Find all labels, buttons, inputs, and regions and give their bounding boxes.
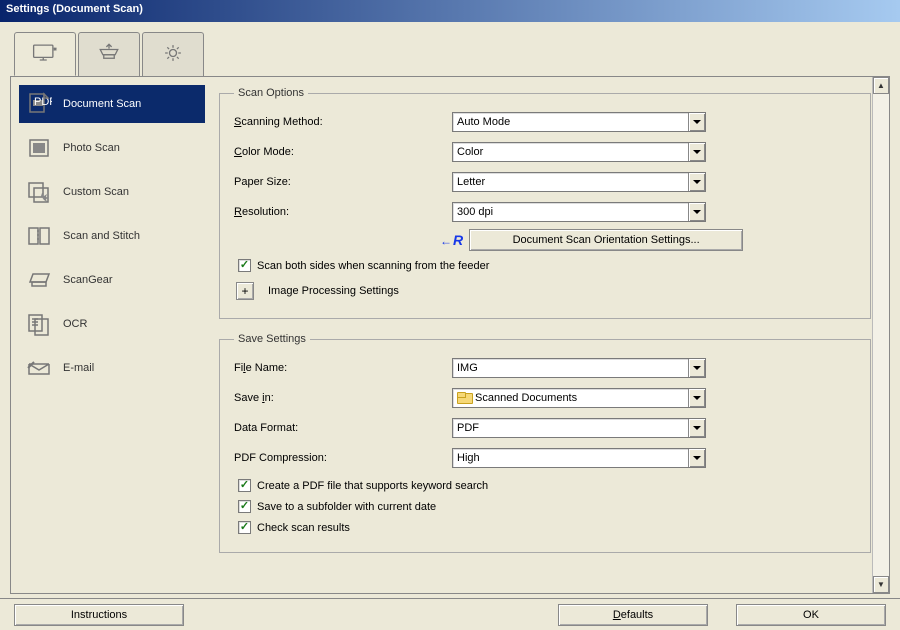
paper-size-value: Letter — [457, 176, 485, 188]
scanning-method-label: Scanning Method: — [234, 116, 452, 128]
pdf-compression-select[interactable]: High — [452, 448, 706, 468]
dropdown-arrow-icon — [688, 143, 705, 161]
tab-scan-from-device[interactable] — [78, 32, 140, 76]
dropdown-arrow-icon — [688, 173, 705, 191]
tab-settings[interactable] — [142, 32, 204, 76]
window-titlebar: Settings (Document Scan) — [0, 0, 900, 22]
sidebar-item-scangear[interactable]: ScanGear — [19, 261, 205, 299]
save-settings-group: Save Settings File Name: IMG Save in: Sc… — [219, 333, 871, 553]
scanning-method-value: Auto Mode — [457, 116, 510, 128]
sidebar-item-ocr[interactable]: OCR — [19, 305, 205, 343]
pdf-compression-value: High — [457, 452, 480, 464]
save-subfolder-checkbox[interactable] — [238, 500, 251, 513]
data-format-select[interactable]: PDF — [452, 418, 706, 438]
sidebar-item-label: E-mail — [63, 362, 94, 374]
dropdown-arrow-icon — [688, 203, 705, 221]
dropdown-arrow-icon — [688, 419, 705, 437]
color-mode-select[interactable]: Color — [452, 142, 706, 162]
create-pdf-keyword-checkbox[interactable] — [238, 479, 251, 492]
data-format-value: PDF — [457, 422, 479, 434]
orientation-settings-button[interactable]: Document Scan Orientation Settings... — [469, 229, 743, 251]
gear-icon — [159, 42, 187, 67]
file-name-label: File Name: — [234, 362, 452, 374]
dropdown-arrow-icon — [688, 359, 705, 377]
sidebar-item-label: Document Scan — [63, 98, 141, 110]
bottom-bar: Instructions Defaults OK — [0, 598, 900, 630]
save-settings-legend: Save Settings — [234, 333, 310, 345]
scan-both-sides-checkbox[interactable] — [238, 259, 251, 272]
scan-both-sides-label: Scan both sides when scanning from the f… — [257, 260, 489, 272]
sidebar-item-label: OCR — [63, 318, 87, 330]
content-area: Scan Options Scanning Method: Auto Mode … — [207, 77, 889, 593]
data-format-label: Data Format: — [234, 422, 452, 434]
sidebar-item-label: Custom Scan — [63, 186, 129, 198]
scanning-method-select[interactable]: Auto Mode — [452, 112, 706, 132]
sidebar-item-email[interactable]: E-mail — [19, 349, 205, 387]
scanner-icon — [95, 42, 123, 67]
resolution-value: 300 dpi — [457, 206, 493, 218]
window-title: Settings (Document Scan) — [6, 3, 143, 15]
sidebar-item-label: Scan and Stitch — [63, 230, 140, 242]
vertical-scrollbar[interactable]: ▲ ▼ — [872, 77, 889, 593]
ocr-icon — [25, 311, 53, 337]
save-subfolder-label: Save to a subfolder with current date — [257, 501, 436, 513]
top-tabstrip — [14, 32, 890, 76]
scroll-up-arrow-icon[interactable]: ▲ — [873, 77, 889, 94]
pdf-compression-label: PDF Compression: — [234, 452, 452, 464]
save-in-select[interactable]: Scanned Documents — [452, 388, 706, 408]
custom-scan-icon — [25, 179, 53, 205]
color-mode-label: Color Mode: — [234, 146, 452, 158]
resolution-select[interactable]: 300 dpi — [452, 202, 706, 222]
resolution-label: Resolution: — [234, 206, 452, 218]
check-results-label: Check scan results — [257, 522, 350, 534]
orientation-icon: R — [440, 232, 463, 248]
scroll-track[interactable] — [873, 94, 889, 576]
paper-size-select[interactable]: Letter — [452, 172, 706, 192]
scan-options-group: Scan Options Scanning Method: Auto Mode … — [219, 87, 871, 319]
check-results-checkbox[interactable] — [238, 521, 251, 534]
stitch-icon — [25, 223, 53, 249]
folder-icon — [457, 392, 471, 404]
create-pdf-keyword-label: Create a PDF file that supports keyword … — [257, 480, 488, 492]
sidebar-item-custom-scan[interactable]: Custom Scan — [19, 173, 205, 211]
file-name-combo[interactable]: IMG — [452, 358, 706, 378]
photo-icon — [25, 135, 53, 161]
sidebar-item-document-scan[interactable]: PDF Document Scan — [19, 85, 205, 123]
ok-button[interactable]: OK — [736, 604, 886, 626]
email-icon — [25, 355, 53, 381]
save-in-label: Save in: — [234, 392, 452, 404]
svg-text:PDF: PDF — [34, 96, 52, 108]
sidebar: PDF Document Scan Photo Scan Custom Scan… — [11, 77, 207, 593]
monitor-icon — [31, 42, 59, 67]
dropdown-arrow-icon — [688, 113, 705, 131]
color-mode-value: Color — [457, 146, 483, 158]
image-processing-expand-button[interactable]: + — [236, 282, 254, 300]
scroll-down-arrow-icon[interactable]: ▼ — [873, 576, 889, 593]
paper-size-label: Paper Size: — [234, 176, 452, 188]
dropdown-arrow-icon — [688, 389, 705, 407]
scangear-icon — [25, 267, 53, 293]
sidebar-item-label: Photo Scan — [63, 142, 120, 154]
tab-scan-to-pc[interactable] — [14, 32, 76, 76]
image-processing-label: Image Processing Settings — [268, 285, 399, 297]
file-name-value: IMG — [457, 362, 478, 374]
sidebar-item-label: ScanGear — [63, 274, 113, 286]
defaults-button[interactable]: Defaults — [558, 604, 708, 626]
sidebar-item-photo-scan[interactable]: Photo Scan — [19, 129, 205, 167]
dropdown-arrow-icon — [688, 449, 705, 467]
scan-options-legend: Scan Options — [234, 87, 308, 99]
sidebar-item-scan-stitch[interactable]: Scan and Stitch — [19, 217, 205, 255]
save-in-value: Scanned Documents — [475, 392, 577, 404]
main-panel: PDF Document Scan Photo Scan Custom Scan… — [10, 76, 890, 594]
document-pdf-icon: PDF — [25, 91, 53, 117]
instructions-button[interactable]: Instructions — [14, 604, 184, 626]
